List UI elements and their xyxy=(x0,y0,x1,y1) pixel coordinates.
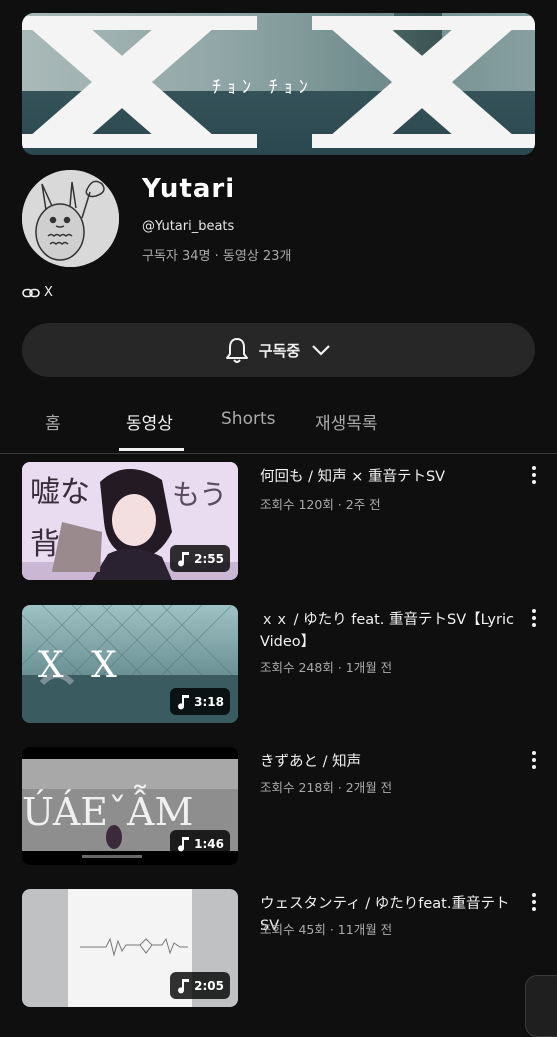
duration-badge: 1:46 xyxy=(170,830,230,857)
thumbnail-text: X X xyxy=(38,645,125,686)
tab-playlists[interactable]: 재생목록 xyxy=(315,409,378,434)
duration-label: 2:05 xyxy=(194,978,224,993)
tab-shorts[interactable]: Shorts xyxy=(221,409,275,429)
video-thumbnail[interactable]: X X 3:18 xyxy=(22,605,238,723)
channel-link[interactable]: X xyxy=(22,285,53,300)
video-thumbnail[interactable]: ÚÁEˇẪM 1:46 xyxy=(22,747,238,865)
floating-panel-edge[interactable] xyxy=(525,975,557,1037)
thumbnail-text: もう xyxy=(172,478,227,511)
video-item[interactable]: ÚÁEˇẪM 1:46 きずあと / 知声 조회수 218회 · 2개월 전 xyxy=(0,747,557,869)
channel-tabs: 홈 동영상 Shorts 재생목록 xyxy=(0,397,557,454)
banner-text: ﾁｮﾝ ﾁｮﾝ xyxy=(212,77,314,98)
subscribed-label: 구독중 xyxy=(258,341,301,360)
video-thumbnail[interactable]: 2:05 xyxy=(22,889,238,1007)
video-title[interactable]: ｘｘ / ゆたり feat. 重音テトSV【Lyric Video】 xyxy=(260,609,518,653)
video-meta: 조회수 45회 · 11개월 전 xyxy=(260,922,393,937)
video-item[interactable]: X X 3:18 ｘｘ / ゆたり feat. 重音テトSV【Lyric Vid… xyxy=(0,605,557,727)
thumbnail-text: ÚÁEˇẪM xyxy=(22,785,193,834)
video-title[interactable]: きずあと / 知声 xyxy=(260,751,518,773)
video-title[interactable]: 何回も / 知声 × 重音テトSV xyxy=(260,466,518,488)
more-vert-icon[interactable] xyxy=(531,893,537,914)
video-meta: 조회수 218회 · 2개월 전 xyxy=(260,780,393,795)
thumbnail-text: 背 xyxy=(30,527,60,562)
duration-label: 1:46 xyxy=(194,836,224,851)
video-item[interactable]: 嘘な もう 背 2:55 何回も / 知声 × 重音テトSV 조회수 120회 … xyxy=(0,462,557,584)
active-tab-indicator xyxy=(119,448,184,451)
duration-badge: 2:05 xyxy=(170,972,230,999)
tab-home[interactable]: 홈 xyxy=(45,409,61,434)
channel-link-label: X xyxy=(44,285,53,300)
link-icon xyxy=(22,288,40,297)
duration-label: 3:18 xyxy=(194,694,224,709)
tab-videos[interactable]: 동영상 xyxy=(126,409,173,434)
avatar[interactable] xyxy=(22,170,119,267)
thumbnail-text: 嘘な xyxy=(30,475,90,510)
banner-xx-graphic: ﾁｮﾝ ﾁｮﾝ xyxy=(22,16,535,148)
channel-banner: ﾁｮﾝ ﾁｮﾝ xyxy=(22,13,535,155)
channel-handle: @Yutari_beats xyxy=(142,219,235,234)
video-thumbnail[interactable]: 嘘な もう 背 2:55 xyxy=(22,462,238,580)
music-note-icon xyxy=(178,694,190,709)
music-note-icon xyxy=(178,551,190,566)
music-note-icon xyxy=(178,978,190,993)
duration-badge: 3:18 xyxy=(170,688,230,715)
video-item[interactable]: 2:05 ウェスタンティ / ゆたりfeat.重音テトSV 조회수 45회 · … xyxy=(0,889,557,1011)
duration-label: 2:55 xyxy=(194,551,224,566)
more-vert-icon[interactable] xyxy=(531,466,537,487)
video-meta: 조회수 248회 · 1개월 전 xyxy=(260,660,393,675)
duration-badge: 2:55 xyxy=(170,545,230,572)
channel-stats: 구독자 34명 · 동영상 23개 xyxy=(142,249,292,264)
video-meta: 조회수 120회 · 2주 전 xyxy=(260,497,381,512)
channel-name: Yutari xyxy=(142,174,236,204)
music-note-icon xyxy=(178,836,190,851)
more-vert-icon[interactable] xyxy=(531,609,537,630)
chevron-down-icon xyxy=(312,345,330,356)
bell-icon xyxy=(225,338,248,363)
more-vert-icon[interactable] xyxy=(531,751,537,772)
subscribed-button[interactable]: 구독중 xyxy=(22,323,535,377)
